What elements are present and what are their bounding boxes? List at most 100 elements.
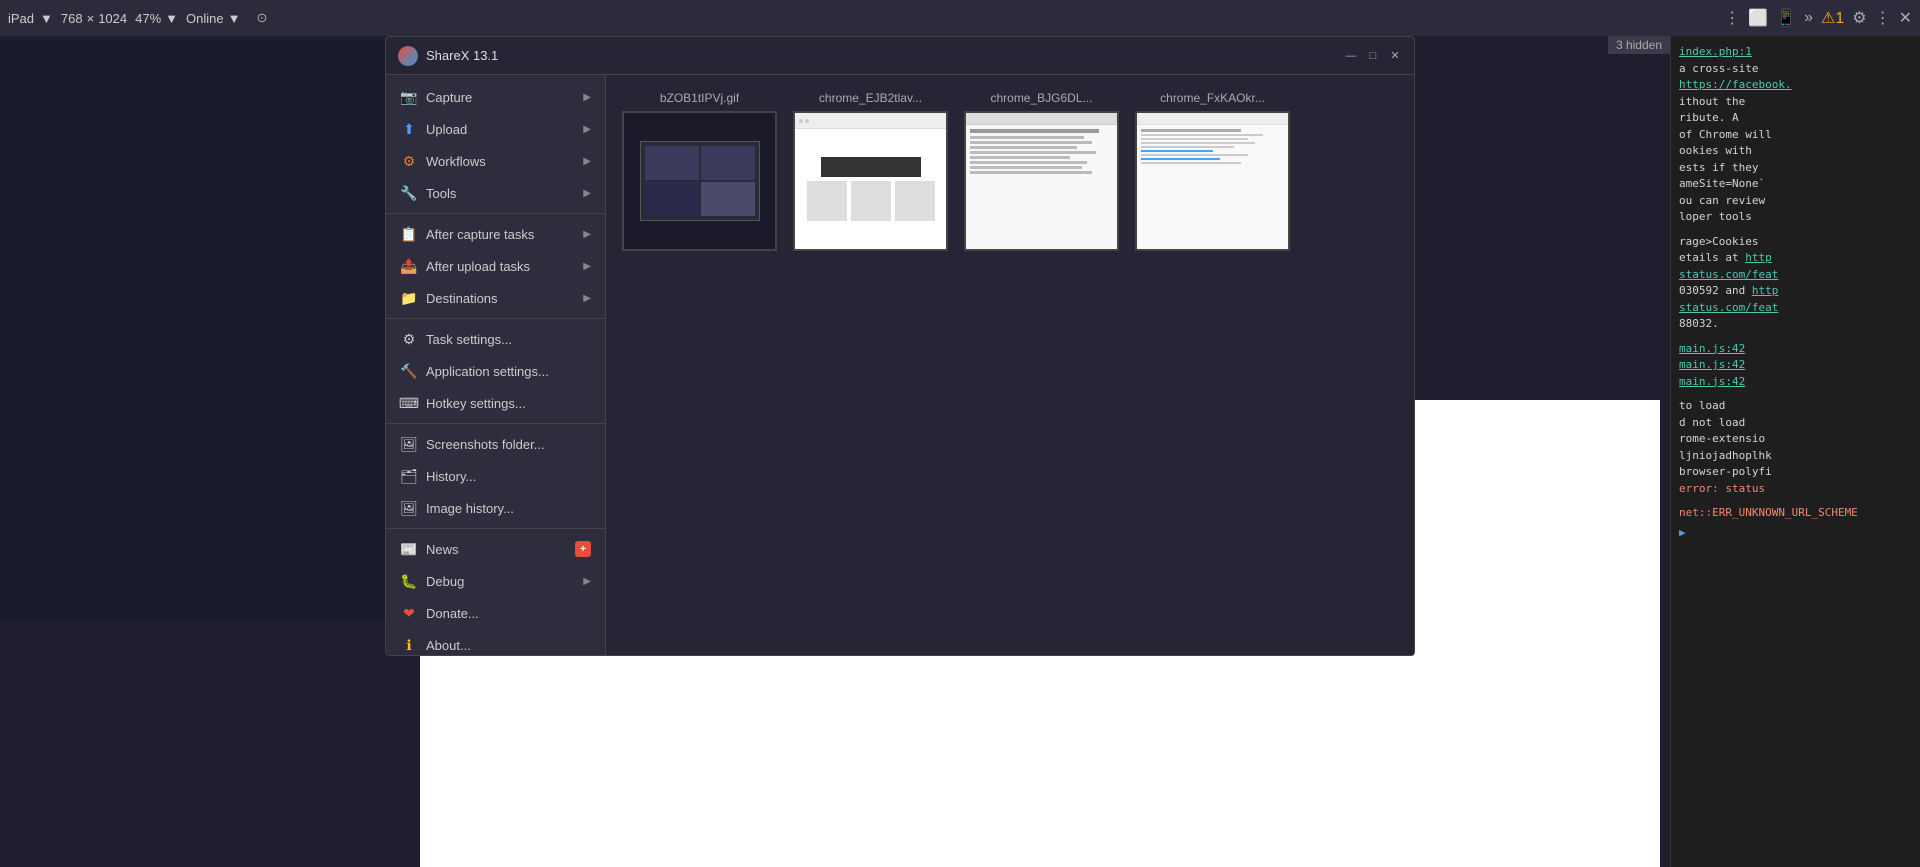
- devtools-line-19[interactable]: main.js:42: [1679, 357, 1912, 374]
- after-capture-arrow: ▶: [583, 229, 591, 240]
- dimension-display: 768 × 1024: [61, 11, 127, 26]
- sharex-logo: [398, 46, 418, 66]
- menu-item-image-history[interactable]: 🖼 Image history...: [386, 492, 605, 524]
- screenshot-label-1: bZOB1tIPVj.gif: [660, 91, 739, 105]
- more-options-icon[interactable]: ⋮: [1724, 8, 1740, 28]
- screenshot-item-3: chrome_BJG6DL...: [964, 91, 1119, 251]
- upload-icon: ⬆: [400, 120, 418, 138]
- menu-item-news[interactable]: 📰 News +: [386, 533, 605, 565]
- window-controls: — □ ✕: [1344, 49, 1402, 63]
- menu-item-after-upload[interactable]: 📤 After upload tasks ▶: [386, 250, 605, 282]
- menu-item-tools[interactable]: 🔧 Tools ▶: [386, 177, 605, 209]
- devtools-line-13: etails at http: [1679, 250, 1912, 267]
- screenshots-folder-label: Screenshots folder...: [426, 437, 545, 452]
- screenshot-thumb-2[interactable]: [793, 111, 948, 251]
- separator-1: [386, 213, 605, 214]
- warning-badge: ⚠1: [1821, 8, 1844, 28]
- more-tools-icon[interactable]: »: [1804, 9, 1813, 27]
- network-dropdown-icon[interactable]: ▼: [228, 11, 241, 26]
- task-settings-icon: ⚙: [400, 330, 418, 348]
- tools-label: Tools: [426, 186, 456, 201]
- devtools-line-20[interactable]: main.js:42: [1679, 374, 1912, 391]
- hidden-tabs-indicator: 3 hidden: [1608, 36, 1670, 54]
- capture-arrow: ▶: [583, 92, 591, 103]
- app-settings-icon: 🔨: [400, 362, 418, 380]
- destinations-label: Destinations: [426, 291, 498, 306]
- device-dropdown-icon[interactable]: ▼: [40, 11, 53, 26]
- screenshot-item-1: bZOB1tIPVj.gif: [622, 91, 777, 251]
- upload-label: Upload: [426, 122, 467, 137]
- gear-icon[interactable]: ⚙: [1852, 8, 1866, 28]
- inspect-icon[interactable]: ⬜: [1748, 8, 1768, 28]
- zoom-selector[interactable]: 47% ▼: [135, 11, 178, 26]
- menu-item-donate[interactable]: ❤ Donate...: [386, 597, 605, 629]
- after-capture-icon: 📋: [400, 225, 418, 243]
- height-value: 1024: [98, 11, 127, 26]
- screenshots-row-labels: bZOB1tIPVj.gif chrome_EJB: [622, 91, 1398, 251]
- devtools-line-4: ithout the: [1679, 94, 1912, 111]
- capture-icon: 📷: [400, 88, 418, 106]
- maximize-button[interactable]: □: [1366, 49, 1380, 63]
- image-history-icon: 🖼: [400, 499, 418, 517]
- minimize-button[interactable]: —: [1344, 49, 1358, 63]
- separator-3: [386, 423, 605, 424]
- hotkey-settings-label: Hotkey settings...: [426, 396, 526, 411]
- menu-item-task-settings[interactable]: ⚙ Task settings...: [386, 323, 605, 355]
- history-label: History...: [426, 469, 476, 484]
- screenshot-thumb-4[interactable]: [1135, 111, 1290, 251]
- menu-item-app-settings[interactable]: 🔨 Application settings...: [386, 355, 605, 387]
- about-icon: ℹ: [400, 636, 418, 654]
- menu-item-history[interactable]: 🗂 History...: [386, 460, 605, 492]
- menu-item-capture[interactable]: 📷 Capture ▶: [386, 81, 605, 113]
- devtools-line-2: a cross-site: [1679, 61, 1912, 78]
- destinations-icon: 📁: [400, 289, 418, 307]
- menu-item-destinations[interactable]: 📁 Destinations ▶: [386, 282, 605, 314]
- devtools-line-9: ameSite=None`: [1679, 176, 1912, 193]
- device-toggle-icon[interactable]: 📱: [1776, 8, 1796, 28]
- devtools-line-18[interactable]: main.js:42: [1679, 341, 1912, 358]
- devtools-line-15: 030592 and http: [1679, 283, 1912, 300]
- device-selector[interactable]: iPad ▼: [8, 11, 53, 26]
- settings-icon[interactable]: ⊙: [256, 10, 267, 26]
- screenshot-label-3: chrome_BJG6DL...: [990, 91, 1092, 105]
- devtools-line-16: status.com/feat: [1679, 300, 1912, 317]
- devtools-line-8: ests if they: [1679, 160, 1912, 177]
- close-button[interactable]: ✕: [1388, 49, 1402, 63]
- overflow-icon[interactable]: ⋮: [1875, 8, 1891, 28]
- browser-toolbar: iPad ▼ 768 × 1024 47% ▼ Online ▼ ⊙ ⋮ ⬜ 📱…: [0, 0, 1920, 36]
- menu-item-workflows[interactable]: ⚙ Workflows ▶: [386, 145, 605, 177]
- devtools-line-27: net::ERR_UNKNOWN_URL_SCHEME: [1679, 505, 1912, 522]
- debug-icon: 🐛: [400, 572, 418, 590]
- screenshot-item-2: chrome_EJB2tlav...: [793, 91, 948, 251]
- after-upload-arrow: ▶: [583, 261, 591, 272]
- close-devtools-icon[interactable]: ✕: [1899, 8, 1912, 28]
- menu-item-upload[interactable]: ⬆ Upload ▶: [386, 113, 605, 145]
- devtools-line-21: to load: [1679, 398, 1912, 415]
- network-selector[interactable]: Online ▼: [186, 11, 240, 26]
- sharex-menu: 📷 Capture ▶ ⬆ Upload ▶ ⚙ Workflows ▶ 🔧 T…: [386, 75, 606, 655]
- sharex-title: ShareX 13.1: [426, 48, 1344, 63]
- screenshot-thumb-1[interactable]: [622, 111, 777, 251]
- devtools-line-3: https://facebook.: [1679, 77, 1912, 94]
- devtools-line-24: ljniojadhoplhk: [1679, 448, 1912, 465]
- menu-item-hotkey-settings[interactable]: ⌨ Hotkey settings...: [386, 387, 605, 419]
- debug-label: Debug: [426, 574, 464, 589]
- zoom-value: 47%: [135, 11, 161, 26]
- after-capture-label: After capture tasks: [426, 227, 534, 242]
- devtools-line-11: loper tools: [1679, 209, 1912, 226]
- menu-item-after-capture[interactable]: 📋 After capture tasks ▶: [386, 218, 605, 250]
- devtools-line-25: browser-polyfi: [1679, 464, 1912, 481]
- devtools-line-7: ookies with: [1679, 143, 1912, 160]
- zoom-dropdown-icon[interactable]: ▼: [165, 11, 178, 26]
- screenshot-thumb-3[interactable]: [964, 111, 1119, 251]
- history-icon: 🗂: [400, 467, 418, 485]
- devtools-line-12: rage>Cookies: [1679, 234, 1912, 251]
- devtools-line-17: 88032.: [1679, 316, 1912, 333]
- debug-arrow: ▶: [583, 576, 591, 587]
- menu-item-screenshots-folder[interactable]: 🖼 Screenshots folder...: [386, 428, 605, 460]
- menu-item-debug[interactable]: 🐛 Debug ▶: [386, 565, 605, 597]
- devtools-expand-arrow[interactable]: ▶: [1679, 526, 1686, 539]
- browser-toolbar-icons: ⋮ ⬜ 📱 » ⚠1 ⚙ ⋮ ✕: [1724, 8, 1912, 28]
- menu-item-about[interactable]: ℹ About...: [386, 629, 605, 655]
- task-settings-label: Task settings...: [426, 332, 512, 347]
